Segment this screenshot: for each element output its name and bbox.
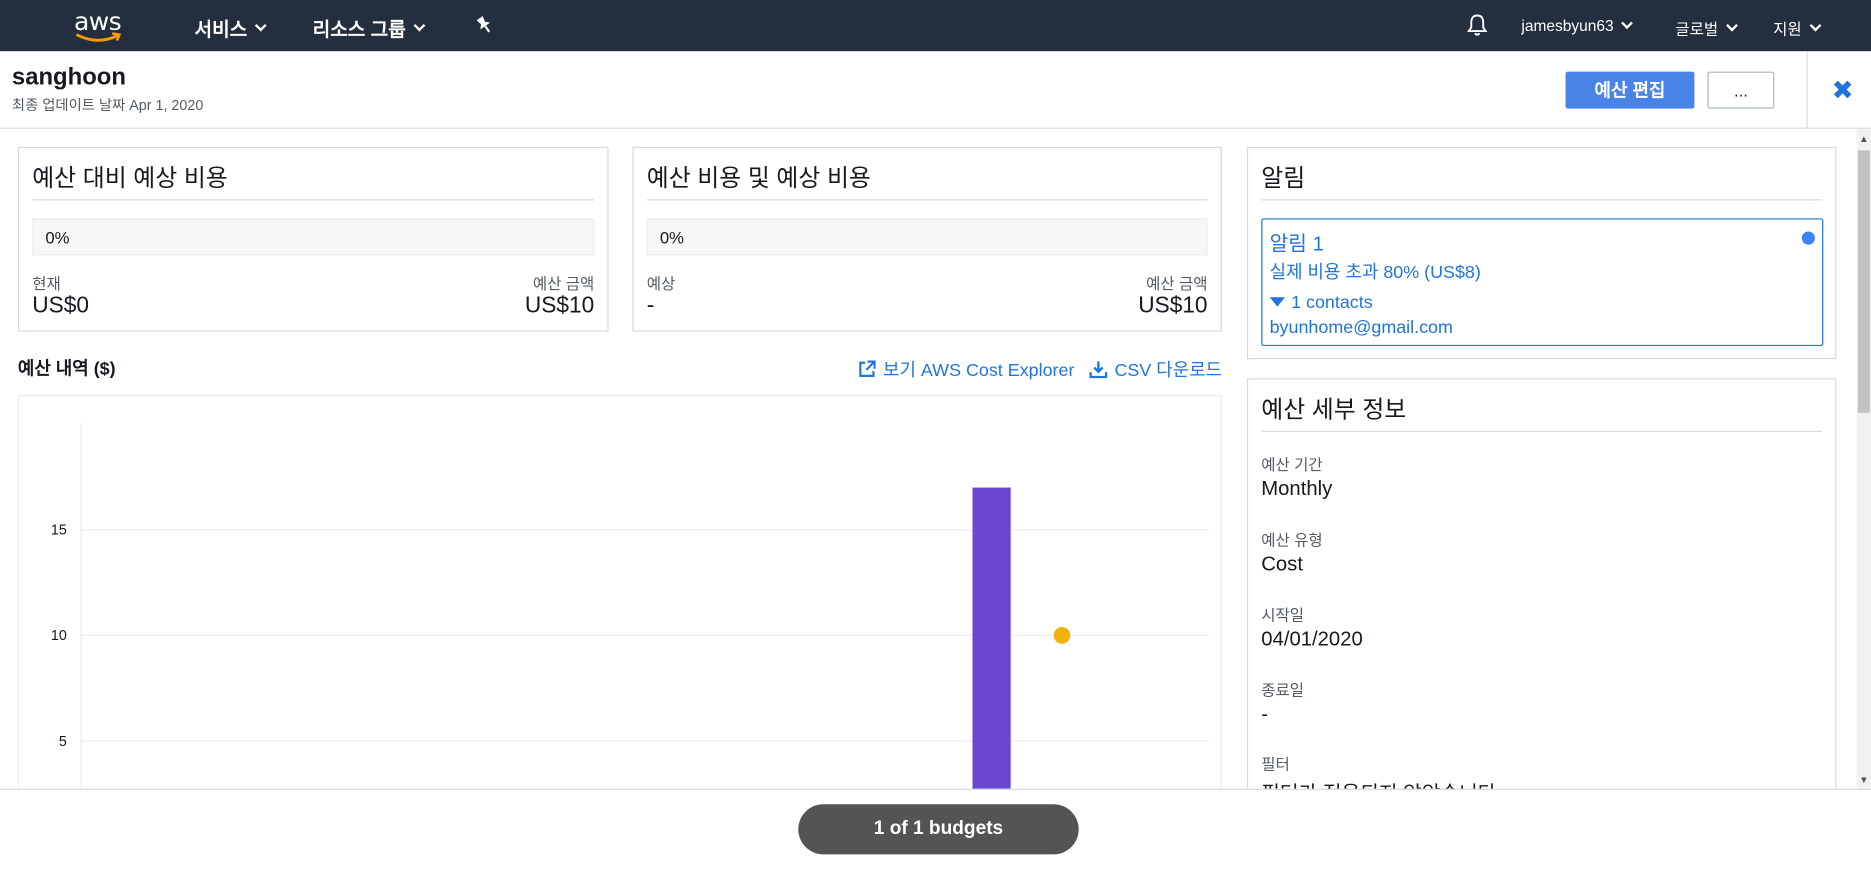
close-panel: ✖ [1806, 51, 1871, 128]
region-menu[interactable]: 글로벌 [1675, 17, 1738, 40]
chart-svg: 5 10 15 [51, 422, 1209, 801]
page-header: sanghoon 최종 업데이트 날짜 Apr 1, 2020 예산 편집 ..… [0, 51, 1871, 129]
y-tick-label: 5 [59, 734, 67, 750]
page-title: sanghoon [11, 64, 126, 91]
chart-bar[interactable] [972, 487, 1011, 801]
app-window: aws 서비스 리소스 그룹 jamesbyun63 글로벌 지원 sangho… [0, 0, 1871, 870]
card-title: 예산 비용 및 예상 비용 [646, 165, 871, 193]
services-label: 서비스 [194, 20, 248, 41]
user-menu[interactable]: jamesbyun63 [1521, 16, 1634, 35]
external-link-icon [859, 360, 876, 377]
budget-amount-label: 예산 금액 [532, 274, 595, 293]
pin-icon[interactable] [475, 16, 494, 41]
current-value: US$0 [32, 293, 89, 319]
more-actions-button[interactable]: ... [1707, 71, 1775, 109]
chevron-down-icon [255, 19, 267, 31]
csv-download-label: CSV 다운로드 [1114, 360, 1223, 381]
csv-download-link[interactable]: CSV 다운로드 [1089, 357, 1222, 382]
footer-bar: 1 of 1 budgets [0, 788, 1871, 870]
top-nav: aws 서비스 리소스 그룹 jamesbyun63 글로벌 지원 [0, 0, 1871, 52]
alert-condition: 실제 비용 초과 80% (US$8) [1269, 262, 1481, 283]
region-label: 글로벌 [1675, 20, 1719, 39]
budget-period-label: 예산 기간 [1261, 455, 1323, 474]
current-label: 현재 [32, 274, 61, 293]
caret-down-icon [1269, 297, 1286, 307]
budget-amount-value: US$10 [1138, 293, 1208, 319]
contacts-toggle[interactable]: 1 contacts [1269, 292, 1373, 313]
forecast-vs-budget-card: 예산 대비 예상 비용 0% 현재 US$0 예산 금액 US$10 [17, 146, 609, 332]
start-date-label: 시작일 [1261, 606, 1305, 625]
budget-vs-forecast-card: 예산 비용 및 예상 비용 0% 예상 - 예산 금액 US$10 [632, 146, 1222, 332]
support-menu[interactable]: 지원 [1773, 17, 1822, 40]
budget-pager[interactable]: 1 of 1 budgets [798, 804, 1079, 855]
close-icon[interactable]: ✖ [1832, 75, 1854, 106]
download-icon [1089, 361, 1108, 379]
status-dot-icon [1801, 231, 1815, 245]
scroll-up-icon[interactable]: ▲ [1859, 134, 1868, 145]
card-title: 예산 대비 예상 비용 [32, 165, 228, 193]
forecast-value: - [646, 293, 655, 319]
smile-icon [75, 32, 122, 42]
budget-period-value: Monthly [1261, 477, 1333, 500]
progress-bar: 0% [32, 218, 595, 256]
cost-explorer-label: 보기 AWS Cost Explorer [882, 360, 1075, 381]
contacts-label: 1 contacts [1291, 292, 1373, 313]
end-date-value: - [1261, 702, 1269, 726]
chevron-down-icon [1725, 19, 1738, 32]
progress-bar: 0% [646, 218, 1208, 256]
start-date-value: 04/01/2020 [1261, 627, 1363, 651]
contact-email: byunhome@gmail.com [1269, 317, 1453, 338]
budget-amount-label: 예산 금액 [1146, 274, 1208, 293]
card-title: 예산 세부 정보 [1261, 397, 1407, 424]
divider [1261, 430, 1823, 432]
alert-item[interactable]: 알림 1 실제 비용 초과 80% (US$8) 1 contacts byun… [1261, 218, 1824, 347]
alert-name[interactable]: 알림 1 [1270, 227, 1324, 257]
support-label: 지원 [1773, 20, 1802, 39]
budget-history-title: 예산 내역 ($) [17, 359, 116, 380]
scrollbar-thumb[interactable] [1857, 150, 1870, 413]
forecast-label: 예상 [646, 274, 676, 293]
resource-groups-menu[interactable]: 리소스 그룹 [312, 13, 426, 42]
services-menu[interactable]: 서비스 [194, 13, 267, 42]
chart-point[interactable] [1053, 627, 1071, 644]
budget-type-value: Cost [1261, 552, 1303, 576]
budget-type-label: 예산 유형 [1261, 530, 1323, 549]
cost-explorer-link[interactable]: 보기 AWS Cost Explorer [858, 357, 1074, 382]
y-tick-label: 10 [51, 628, 67, 644]
card-title: 알림 [1261, 165, 1306, 193]
user-label: jamesbyun63 [1521, 16, 1614, 35]
chevron-down-icon [413, 19, 426, 31]
resource-groups-label: 리소스 그룹 [312, 20, 406, 41]
y-tick-label: 15 [51, 523, 67, 539]
filter-label: 필터 [1261, 755, 1290, 774]
last-updated: 최종 업데이트 날짜 Apr 1, 2020 [11, 96, 204, 114]
aws-logo[interactable]: aws [72, 7, 129, 45]
budget-history-chart: 5 10 15 [17, 394, 1222, 801]
edit-budget-button[interactable]: 예산 편집 [1565, 71, 1695, 109]
divider [32, 199, 595, 201]
scroll-down-icon[interactable]: ▼ [1859, 774, 1868, 785]
divider [646, 199, 1208, 201]
chevron-down-icon [1809, 19, 1822, 32]
end-date-label: 종료일 [1261, 681, 1305, 700]
chevron-down-icon [1621, 17, 1634, 30]
budget-details-card: 예산 세부 정보 [1246, 378, 1837, 832]
bell-icon[interactable] [1466, 13, 1488, 43]
divider [1261, 199, 1823, 201]
budget-amount-value: US$10 [524, 293, 595, 319]
